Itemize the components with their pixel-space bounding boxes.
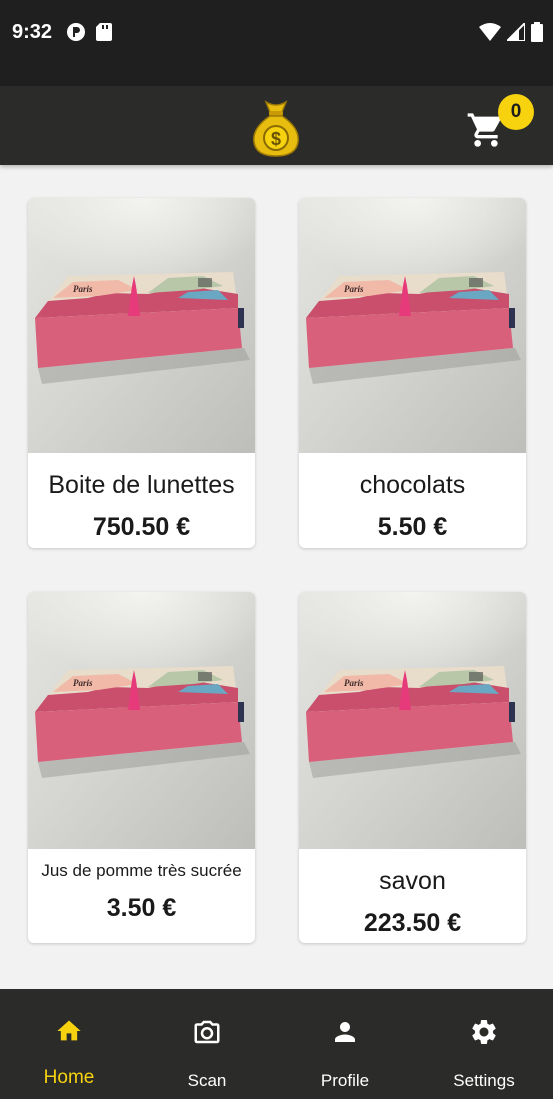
product-photo [28,198,255,453]
nav-label-home: Home [43,1067,95,1088]
app-notification-icon [67,23,85,41]
product-price: 223.50 € [363,909,462,937]
product-price: 3.50 € [106,894,177,922]
product-card[interactable]: Boite de lunettes 750.50 € [28,198,255,548]
product-card[interactable]: savon 223.50 € [299,592,526,943]
product-price: 750.50 € [92,513,191,541]
app-bar: $ [0,86,553,165]
product-price: 5.50 € [377,513,448,541]
product-grid: Boite de lunettes 750.50 € chocolats 5.5… [0,165,553,989]
product-card[interactable]: Jus de pomme très sucrée 3.50 € [28,592,255,943]
cellular-signal-icon [507,23,525,41]
bottom-navigation: Home Scan Profile Settings [0,989,553,1099]
product-photo [299,592,526,849]
nav-item-home[interactable]: Home [0,989,138,1099]
product-name: savon [379,867,446,895]
home-icon [57,1020,81,1041]
status-bar: 9:32 [0,0,553,86]
gear-icon [472,1019,496,1044]
nav-label-scan: Scan [187,1071,227,1090]
nav-item-scan[interactable]: Scan [138,989,276,1099]
nav-label-profile: Profile [320,1071,370,1090]
nav-item-profile[interactable]: Profile [276,989,414,1099]
product-photo [299,198,526,453]
product-photo [28,592,255,849]
status-notification-icons [66,22,112,42]
product-name: Boite de lunettes [48,471,235,499]
sd-card-icon [96,23,112,41]
status-system-icons [479,22,543,42]
svg-text:$: $ [271,129,281,149]
product-card[interactable]: chocolats 5.50 € [299,198,526,548]
product-name: chocolats [359,471,466,499]
nav-item-settings[interactable]: Settings [415,989,553,1099]
status-time: 9:32 [12,21,53,43]
money-bag-dollar-icon: $ [253,100,299,157]
product-name: Jus de pomme très sucrée [41,861,242,880]
camera-icon [194,1020,220,1044]
cart-count-badge: 0 [498,94,534,130]
wifi-icon [479,23,501,41]
person-icon [335,1022,355,1042]
battery-icon [531,22,543,42]
nav-label-settings: Settings [453,1071,515,1090]
